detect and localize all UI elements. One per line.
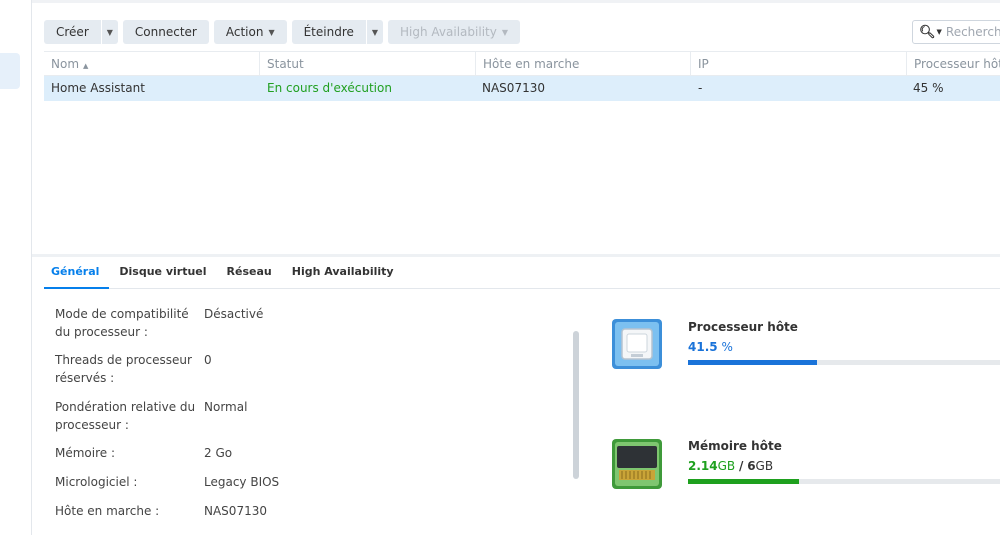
tab-high-availability[interactable]: High Availability: [282, 257, 404, 289]
column-header-name[interactable]: Nom ▲: [44, 52, 259, 76]
detail-tabs: Général Disque virtuel Réseau High Avail…: [44, 257, 1000, 289]
host-cpu-value: 41.5 %: [688, 340, 733, 354]
caret-down-icon[interactable]: ▼: [937, 28, 942, 36]
property-value: Désactivé: [204, 307, 264, 321]
column-header-label: Hôte en marche: [483, 57, 580, 71]
host-cpu-bar: [688, 360, 1000, 365]
tab-virtual-disk[interactable]: Disque virtuel: [109, 257, 216, 289]
create-button-group: Créer ▼: [44, 20, 118, 44]
host-cpu-title: Processeur hôte: [688, 320, 798, 334]
cell-host: NAS07130: [482, 81, 545, 95]
processor-icon: [611, 318, 663, 370]
caret-down-icon: ▼: [501, 27, 508, 37]
property-label: Mode de compatibilité du processeur :: [55, 307, 189, 339]
column-header-status[interactable]: Statut: [259, 52, 475, 76]
host-memory-total-unit: GB: [755, 459, 774, 473]
shutdown-dropdown-button[interactable]: ▼: [366, 20, 384, 44]
vm-manager-window: Créer ▼ Connecter Action ▼ Éteindre ▼ Hig…: [0, 0, 1000, 535]
column-header-label: Statut: [267, 57, 304, 71]
host-cpu-percent: 41.5: [688, 340, 718, 354]
property-value: 2 Go: [204, 446, 233, 460]
host-memory-separator: /: [738, 459, 744, 473]
property-value: 0: [204, 353, 212, 367]
action-button[interactable]: Action ▼: [213, 20, 287, 44]
column-header-ip[interactable]: IP: [690, 52, 906, 76]
property-label: Pondération relative du processeur :: [55, 400, 196, 432]
properties-scrollbar[interactable]: [573, 331, 579, 479]
memory-icon: [611, 438, 663, 490]
cell-host-cpu: 45 %: [913, 81, 944, 95]
column-header-host-cpu[interactable]: Processeur hôte: [906, 52, 1000, 76]
host-memory-bar: [688, 479, 1000, 484]
host-memory-bar-fill: [688, 479, 800, 484]
column-header-host[interactable]: Hôte en marche: [475, 52, 690, 76]
left-nav-selected-item[interactable]: [0, 53, 20, 89]
toolbar: Créer ▼ Connecter Action ▼ Éteindre ▼ Hig…: [44, 20, 520, 44]
search-box[interactable]: 🔍︎ ▼: [912, 20, 1000, 44]
property-label: Micrologiciel :: [55, 475, 138, 489]
top-border: [32, 0, 1000, 3]
property-label: Mémoire :: [55, 446, 116, 460]
host-memory-used-unit: GB: [717, 459, 736, 473]
property-label: Threads de processeur réservés :: [55, 353, 192, 385]
caret-down-icon: ▼: [268, 27, 275, 37]
grid-header: Nom ▲ Statut Hôte en marche IP Processeur…: [44, 51, 1000, 76]
cell-ip: -: [698, 81, 703, 95]
high-availability-button-label: High Availability: [400, 25, 497, 39]
left-navigation: [0, 0, 32, 535]
tab-network[interactable]: Réseau: [217, 257, 282, 289]
shutdown-button-group: Éteindre ▼: [291, 20, 384, 44]
host-memory-total: 6: [747, 459, 756, 473]
create-button[interactable]: Créer: [44, 20, 101, 44]
host-memory-value: 2.14GB / 6GB: [688, 459, 773, 473]
high-availability-button[interactable]: High Availability ▼: [388, 20, 520, 44]
caret-down-icon: ▼: [371, 27, 379, 37]
host-memory-title: Mémoire hôte: [688, 439, 782, 453]
property-value: Normal: [204, 400, 248, 414]
cell-status: En cours d'exécution: [267, 81, 392, 95]
host-cpu-bar-fill: [688, 360, 818, 365]
column-header-label: Nom: [51, 57, 80, 71]
column-header-label: Processeur hôte: [914, 57, 1000, 71]
shutdown-button[interactable]: Éteindre: [291, 20, 366, 44]
host-memory-used: 2.14: [688, 459, 718, 473]
property-value: Legacy BIOS: [204, 475, 280, 489]
caret-down-icon: ▼: [106, 27, 113, 37]
connect-button[interactable]: Connecter: [122, 20, 209, 44]
property-label: Hôte en marche :: [55, 504, 160, 518]
column-header-label: IP: [698, 57, 709, 71]
search-input[interactable]: [945, 25, 1000, 39]
cell-name: Home Assistant: [51, 81, 145, 95]
table-row[interactable]: Home Assistant En cours d'exécution NAS0…: [44, 76, 1000, 101]
tab-general[interactable]: Général: [44, 257, 110, 289]
create-dropdown-button[interactable]: ▼: [101, 20, 118, 44]
property-value: NAS07130: [204, 504, 267, 518]
host-cpu-unit: %: [721, 340, 733, 354]
action-button-label: Action: [225, 25, 264, 39]
search-icon[interactable]: 🔍︎: [919, 25, 936, 40]
sort-ascending-icon: ▲: [83, 62, 89, 70]
